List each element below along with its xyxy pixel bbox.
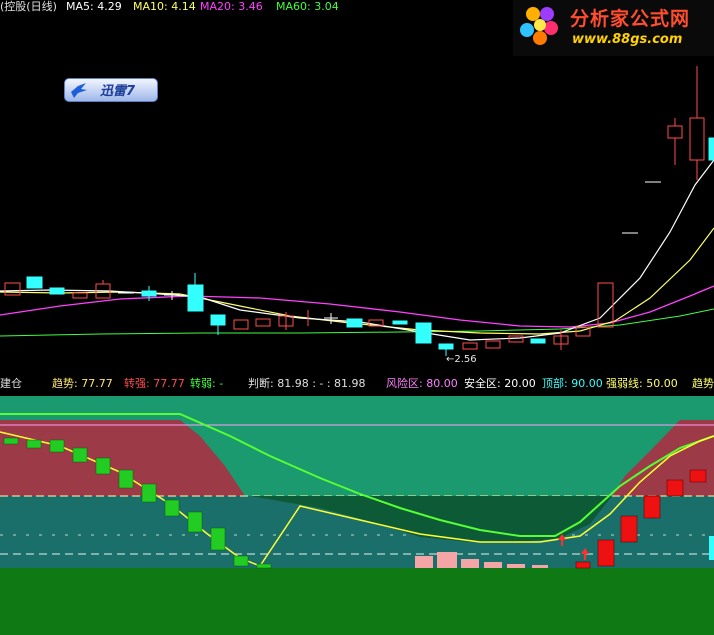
bar <box>484 562 502 568</box>
ma5-line <box>0 159 714 341</box>
ma60-label: MA60: 3.04 <box>276 0 339 13</box>
candle <box>530 338 546 344</box>
candle <box>462 342 478 350</box>
candle <box>233 319 249 330</box>
candle <box>597 282 614 328</box>
stock-title: (控股(日线) <box>0 0 57 13</box>
xunlei-label: 迅雷7 <box>100 84 136 99</box>
bar <box>620 515 638 543</box>
candle <box>72 292 88 299</box>
candle <box>392 320 408 325</box>
candle <box>415 322 432 344</box>
candle <box>485 340 501 349</box>
candle <box>255 318 271 327</box>
bar <box>141 483 157 503</box>
indicator-chart <box>0 396 714 635</box>
bar <box>26 439 42 449</box>
candle <box>26 276 43 289</box>
trend-value: 趋势: 77.77 <box>52 377 113 390</box>
strength-value: 强弱线: 50.00 <box>606 377 678 390</box>
bar <box>72 447 88 463</box>
candle <box>708 137 714 161</box>
ma10-line <box>0 227 714 335</box>
bar <box>532 565 548 568</box>
bar <box>415 556 433 568</box>
ma20-label: MA20: 3.46 <box>200 0 263 13</box>
flower-icon <box>520 7 558 45</box>
bar <box>49 439 65 453</box>
candles <box>4 66 714 356</box>
candle <box>187 284 204 312</box>
ma10-label: MA10: 4.14 <box>133 0 196 13</box>
bar <box>597 539 615 567</box>
bar <box>666 479 684 497</box>
candle <box>508 335 524 343</box>
bar <box>164 499 180 517</box>
bar <box>3 437 19 445</box>
bird-icon <box>71 83 87 98</box>
trend2-label: 趋势 <box>692 377 714 390</box>
candle <box>689 117 705 161</box>
candle <box>346 318 363 328</box>
weak-value: 转弱: - <box>190 377 224 390</box>
indicator-bar: 建仓 趋势: 77.77 转强: 77.77 转弱: - 判断: 81.98 :… <box>0 372 714 396</box>
bar <box>256 563 272 569</box>
candle <box>49 287 65 295</box>
candle <box>667 125 683 139</box>
safe-value: 安全区: 20.00 <box>464 377 536 390</box>
low-price-marker: ←2.56 <box>446 354 477 365</box>
bar <box>95 457 111 475</box>
risk-value: 风险区: 80.00 <box>386 377 458 390</box>
bar <box>507 564 525 568</box>
logo-name: 分析家公式网 <box>570 8 691 30</box>
candle <box>210 314 226 326</box>
bar <box>210 527 226 551</box>
logo-url: www.88gs.com <box>572 32 683 47</box>
bar <box>118 469 134 489</box>
bar <box>689 469 707 483</box>
bar <box>437 552 457 568</box>
indicator-panel[interactable] <box>0 396 714 635</box>
bar <box>461 559 479 568</box>
bar <box>233 555 249 567</box>
candle <box>438 343 454 350</box>
judge-value: 判断: 81.98 : - : 81.98 <box>248 377 366 390</box>
ma5-label: MA5: 4.29 <box>66 0 122 13</box>
bar <box>187 511 203 533</box>
strong-value: 转强: 77.77 <box>124 377 185 390</box>
build-label: 建仓 <box>0 377 22 390</box>
bar <box>643 495 661 519</box>
candle <box>4 282 21 296</box>
top-value: 顶部: 90.00 <box>542 377 603 390</box>
bar <box>575 561 591 569</box>
